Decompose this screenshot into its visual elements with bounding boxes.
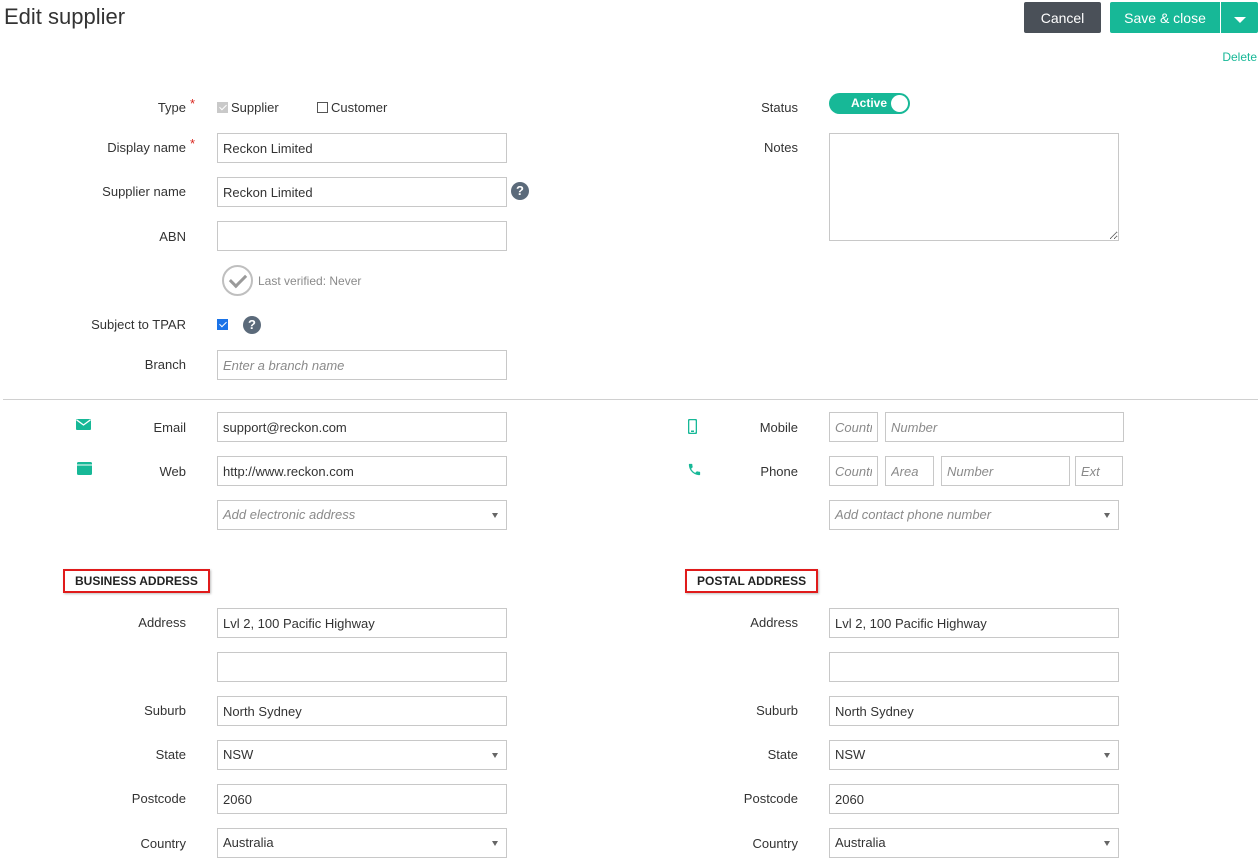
phone-label: Phone	[760, 464, 798, 479]
phone-country-input[interactable]	[829, 456, 878, 486]
web-label: Web	[159, 464, 187, 479]
add-electronic-address-select[interactable]: Add electronic address	[217, 500, 507, 530]
postal-address-heading: POSTAL ADDRESS	[685, 569, 819, 593]
business-country-select[interactable]: Australia	[217, 828, 507, 858]
supplier-checkbox[interactable]	[217, 102, 228, 113]
business-state-select[interactable]: NSW	[217, 740, 507, 770]
chevron-down-icon	[1233, 16, 1246, 23]
business-address-heading: BUSINESS ADDRESS	[63, 569, 210, 593]
mobile-number-input[interactable]	[885, 412, 1124, 442]
dropdown-arrow-icon	[492, 753, 498, 758]
postal-suburb-input[interactable]	[829, 696, 1119, 726]
supplier-checkbox-label: Supplier	[231, 100, 279, 115]
business-state-value: NSW	[223, 747, 254, 762]
email-label: Email	[153, 420, 186, 435]
branch-input[interactable]	[217, 350, 507, 380]
envelope-icon	[76, 419, 91, 430]
email-input[interactable]	[217, 412, 507, 442]
supplier-name-label: Supplier name	[102, 184, 186, 199]
tpar-checkbox[interactable]	[217, 319, 228, 330]
display-name-input[interactable]	[217, 133, 507, 163]
dropdown-arrow-icon	[1104, 841, 1110, 846]
postal-address-line2-input[interactable]	[829, 652, 1119, 682]
postal-suburb-label: Suburb	[756, 703, 798, 718]
business-country-value: Australia	[223, 835, 274, 850]
business-address-label: Address	[138, 615, 186, 630]
add-contact-phone-placeholder: Add contact phone number	[835, 507, 992, 522]
display-name-label: Display name	[107, 140, 186, 155]
abn-label: ABN	[159, 229, 186, 244]
postal-state-label: State	[767, 747, 798, 762]
notes-label: Notes	[764, 140, 798, 155]
cancel-button[interactable]: Cancel	[1024, 2, 1101, 33]
dropdown-arrow-icon	[1104, 753, 1110, 758]
delete-link[interactable]: Delete	[1222, 50, 1257, 64]
supplier-name-input[interactable]	[217, 177, 507, 207]
phone-icon	[688, 463, 701, 476]
dropdown-arrow-icon	[492, 513, 498, 518]
postal-address-label: Address	[750, 615, 798, 630]
dropdown-arrow-icon	[492, 841, 498, 846]
phone-number-input[interactable]	[941, 456, 1070, 486]
save-options-dropdown-button[interactable]	[1221, 2, 1258, 33]
status-label: Status	[761, 100, 798, 115]
mobile-phone-icon	[688, 419, 697, 434]
customer-checkbox[interactable]	[317, 102, 328, 113]
business-country-label: Country	[140, 836, 186, 851]
verified-check-icon	[222, 265, 253, 296]
add-contact-phone-select[interactable]: Add contact phone number	[829, 500, 1119, 530]
phone-ext-input[interactable]	[1075, 456, 1123, 486]
mobile-label: Mobile	[759, 420, 798, 435]
section-divider	[3, 399, 1258, 400]
phone-area-input[interactable]	[885, 456, 934, 486]
postal-state-value: NSW	[835, 747, 866, 762]
abn-input[interactable]	[217, 221, 507, 251]
page-title: Edit supplier	[4, 4, 126, 29]
dropdown-arrow-icon	[1104, 513, 1110, 518]
status-toggle-label: Active	[851, 96, 888, 110]
help-icon[interactable]: ?	[243, 316, 261, 334]
notes-textarea[interactable]	[829, 133, 1119, 241]
business-address-line2-input[interactable]	[217, 652, 507, 682]
type-label: Type	[157, 100, 186, 115]
postal-postcode-label: Postcode	[743, 791, 798, 806]
business-address-line1-input[interactable]	[217, 608, 507, 638]
status-toggle[interactable]: Active	[829, 93, 910, 114]
postal-country-value: Australia	[835, 835, 886, 850]
business-state-label: State	[155, 747, 186, 762]
required-marker: *	[190, 96, 196, 111]
business-suburb-label: Suburb	[144, 703, 186, 718]
customer-checkbox-label: Customer	[331, 100, 388, 115]
web-input[interactable]	[217, 456, 507, 486]
postal-state-select[interactable]: NSW	[829, 740, 1119, 770]
postal-postcode-input[interactable]	[829, 784, 1119, 814]
postal-country-select[interactable]: Australia	[829, 828, 1119, 858]
postal-country-label: Country	[752, 836, 798, 851]
browser-window-icon	[77, 462, 92, 475]
required-marker: *	[190, 136, 196, 151]
branch-label: Branch	[144, 357, 186, 372]
business-suburb-input[interactable]	[217, 696, 507, 726]
toggle-knob	[891, 95, 908, 112]
mobile-country-input[interactable]	[829, 412, 878, 442]
postal-address-line1-input[interactable]	[829, 608, 1119, 638]
business-postcode-input[interactable]	[217, 784, 507, 814]
save-close-button[interactable]: Save & close	[1110, 2, 1220, 33]
add-electronic-address-placeholder: Add electronic address	[223, 507, 356, 522]
last-verified-text: Last verified: Never	[258, 274, 362, 288]
help-icon[interactable]: ?	[511, 182, 529, 200]
business-postcode-label: Postcode	[131, 791, 186, 806]
tpar-label: Subject to TPAR	[91, 317, 186, 332]
